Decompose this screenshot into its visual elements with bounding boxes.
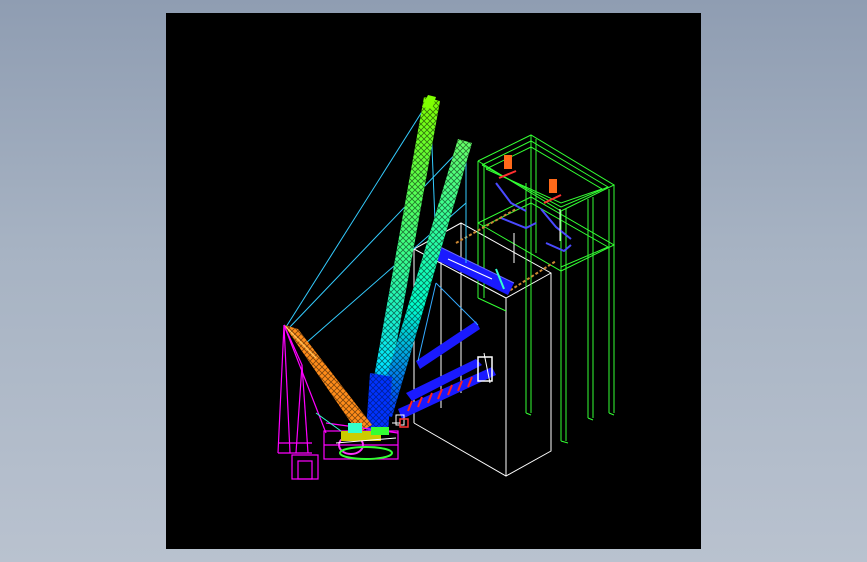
crane-mast (283, 324, 372, 433)
upper-lifted-beam (430, 244, 515, 295)
lower-lifted-beam (395, 352, 496, 426)
crane-lift-drawing (277, 95, 616, 480)
cad-viewport[interactable] (166, 13, 701, 549)
hook-block (392, 418, 409, 428)
